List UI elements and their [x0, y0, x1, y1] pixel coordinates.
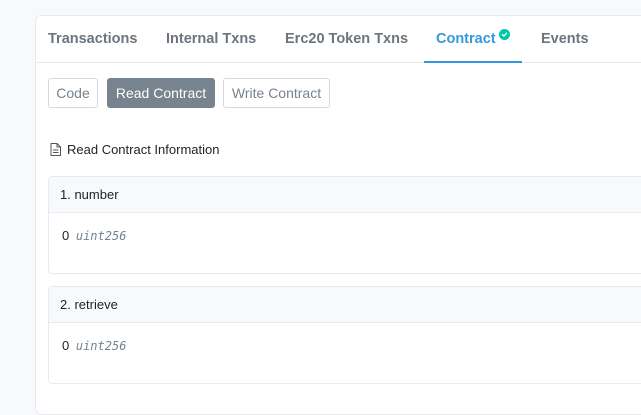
write-contract-button-label: Write Contract — [231, 85, 322, 101]
function-panel-number: 1. number 0 uint256 — [48, 176, 641, 274]
function-header[interactable]: 2. retrieve — [49, 287, 641, 323]
tab-label: Internal Txns — [166, 31, 257, 47]
document-icon — [50, 143, 61, 156]
tab-label: Transactions — [48, 31, 138, 47]
result-value: 0 — [62, 338, 70, 353]
function-result: 0 uint256 — [49, 213, 641, 273]
read-contract-heading: Read Contract Information — [50, 142, 219, 157]
result-value: 0 — [62, 228, 70, 243]
tab-bar: Transactions Internal Txns Erc20 Token T… — [36, 16, 641, 63]
code-button[interactable]: Code — [48, 78, 98, 108]
tab-label: Events — [541, 31, 589, 47]
tab-label: Contract — [436, 31, 496, 47]
result-type: uint256 — [75, 339, 127, 353]
tab-events[interactable]: Events — [541, 16, 589, 62]
contract-card: Transactions Internal Txns Erc20 Token T… — [35, 15, 641, 415]
function-panel-retrieve: 2. retrieve 0 uint256 — [48, 286, 641, 384]
verified-check-icon — [498, 28, 510, 40]
result-type: uint256 — [75, 229, 127, 243]
write-contract-button[interactable]: Write Contract — [223, 78, 330, 108]
tab-erc20-token-txns[interactable]: Erc20 Token Txns — [285, 16, 408, 62]
tab-internal-txns[interactable]: Internal Txns — [166, 16, 256, 62]
section-title-text: Read Contract Information — [67, 142, 220, 157]
function-result: 0 uint256 — [49, 323, 641, 383]
function-name: 2. retrieve — [60, 297, 118, 312]
function-header[interactable]: 1. number — [49, 177, 641, 213]
read-contract-button[interactable]: Read Contract — [107, 78, 215, 108]
code-button-label: Code — [56, 85, 90, 101]
tab-label: Erc20 Token Txns — [285, 31, 409, 47]
tab-transactions[interactable]: Transactions — [48, 16, 137, 62]
read-contract-button-label: Read Contract — [115, 85, 207, 101]
function-name: 1. number — [60, 187, 119, 202]
tab-contract[interactable]: Contract — [424, 16, 522, 63]
